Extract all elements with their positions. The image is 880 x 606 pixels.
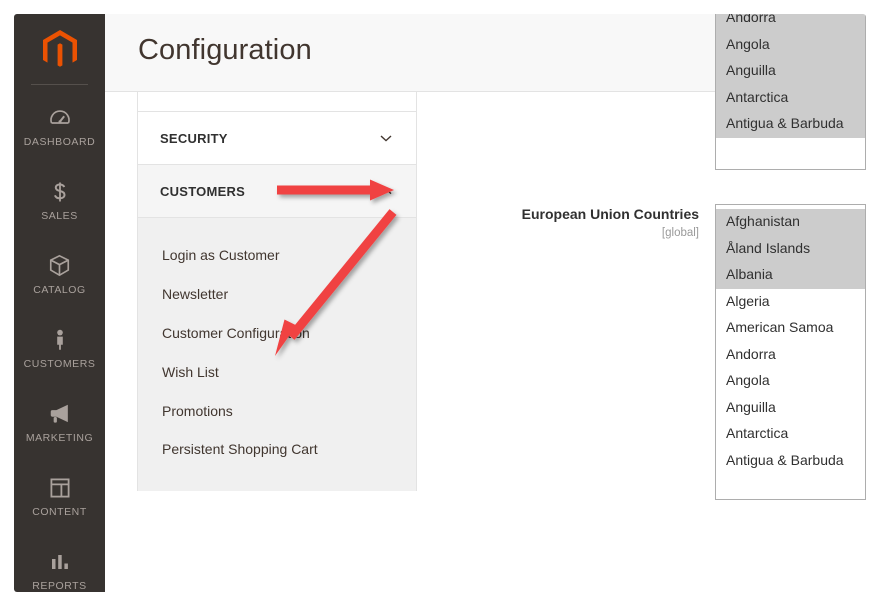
config-link-promotions[interactable]: Promotions [138, 392, 416, 431]
sidebar-item-label: CUSTOMERS [23, 357, 96, 370]
config-link-customer-configuration[interactable]: Customer Configuration [138, 314, 416, 353]
sidebar-item-label: CONTENT [32, 505, 87, 518]
field-label: European Union Countries [521, 206, 700, 222]
multiselect-option[interactable]: Antarctica [716, 421, 865, 448]
admin-sidebar: DASHBOARD SALES CATALOG CUSTOMERS MARKET… [14, 14, 105, 592]
multiselect-option[interactable]: Anguilla [716, 58, 865, 85]
sidebar-item-label: MARKETING [25, 431, 94, 444]
multiselect-option[interactable]: Antigua & Barbuda [716, 448, 865, 475]
sidebar-item-reports[interactable]: REPORTS [14, 533, 105, 592]
person-icon [47, 327, 73, 353]
accordion-body-customers: Login as Customer Newsletter Customer Co… [138, 218, 416, 492]
multiselect-option[interactable]: Andorra [716, 342, 865, 369]
sidebar-item-label: REPORTS [32, 579, 87, 592]
sidebar-item-label: DASHBOARD [23, 135, 96, 148]
field-label-col: European Union Countries [global] [432, 204, 715, 500]
sidebar-item-label: CATALOG [33, 283, 86, 296]
sidebar-item-customers[interactable]: CUSTOMERS [14, 311, 105, 385]
sidebar-divider [31, 84, 88, 85]
configuration-section-nav: SECURITY CUSTOMERS Login as Customer New… [137, 92, 417, 492]
multiselect-option[interactable]: Antigua & Barbuda [716, 111, 865, 138]
field-label-col [432, 14, 715, 170]
multiselect-option[interactable]: Andorra [716, 14, 865, 32]
multiselect-option[interactable]: Anguilla [716, 395, 865, 422]
sidebar-item-marketing[interactable]: MARKETING [14, 385, 105, 459]
config-link-persistent-shopping-cart[interactable]: Persistent Shopping Cart [138, 430, 416, 469]
multiselect-option[interactable]: Algeria [716, 289, 865, 316]
accordion-header-security[interactable]: SECURITY [138, 112, 416, 165]
sidebar-item-catalog[interactable]: CATALOG [14, 237, 105, 311]
multiselect-option[interactable]: American Samoa [716, 315, 865, 342]
sidebar-item-label: SALES [41, 209, 78, 222]
magento-logo-icon [38, 27, 82, 71]
box-icon [47, 253, 73, 279]
page-title: Configuration [138, 34, 312, 66]
accordion-header-label: SECURITY [160, 130, 228, 146]
accordion-header-label: CUSTOMERS [160, 183, 246, 199]
sidebar-item-dashboard[interactable]: DASHBOARD [14, 89, 105, 163]
multiselect-option[interactable]: Afghanistan [716, 209, 865, 236]
multiselect-european-union-countries[interactable]: Afghanistan Åland Islands Albania Algeri… [715, 204, 866, 500]
field-row-top-country-list: Andorra Angola Anguilla Antarctica Antig… [432, 14, 866, 170]
bar-chart-icon [47, 549, 73, 575]
chevron-up-icon [378, 183, 394, 199]
content-area: SECURITY CUSTOMERS Login as Customer New… [105, 14, 866, 592]
config-link-login-as-customer[interactable]: Login as Customer [138, 236, 416, 275]
multiselect-option[interactable]: Albania [716, 262, 865, 289]
config-link-newsletter[interactable]: Newsletter [138, 275, 416, 314]
layout-page-icon [47, 475, 73, 501]
multiselect-top-country-list[interactable]: Andorra Angola Anguilla Antarctica Antig… [715, 14, 866, 170]
field-row-european-union-countries: European Union Countries [global] Afghan… [432, 204, 866, 500]
multiselect-option[interactable]: Antarctica [716, 84, 865, 111]
multiselect-option[interactable]: Angola [716, 368, 865, 395]
sidebar-item-content[interactable]: CONTENT [14, 459, 105, 533]
chevron-down-icon [378, 130, 394, 146]
accordion-section-partial-above [138, 92, 416, 112]
field-scope-label: [global] [661, 227, 700, 239]
sidebar-item-sales[interactable]: SALES [14, 163, 105, 237]
magento-logo[interactable] [14, 14, 105, 84]
multiselect-option[interactable]: Angola [716, 31, 865, 58]
dollar-sign-icon [47, 179, 73, 205]
config-link-wish-list[interactable]: Wish List [138, 353, 416, 392]
accordion-header-customers[interactable]: CUSTOMERS [138, 165, 416, 218]
multiselect-option[interactable]: Åland Islands [716, 235, 865, 262]
screenshot-frame: DASHBOARD SALES CATALOG CUSTOMERS MARKET… [0, 0, 880, 606]
megaphone-icon [47, 401, 73, 427]
configuration-form: Andorra Angola Anguilla Antarctica Antig… [432, 14, 866, 592]
dashboard-gauge-icon [47, 105, 73, 131]
admin-viewport: DASHBOARD SALES CATALOG CUSTOMERS MARKET… [14, 14, 866, 592]
